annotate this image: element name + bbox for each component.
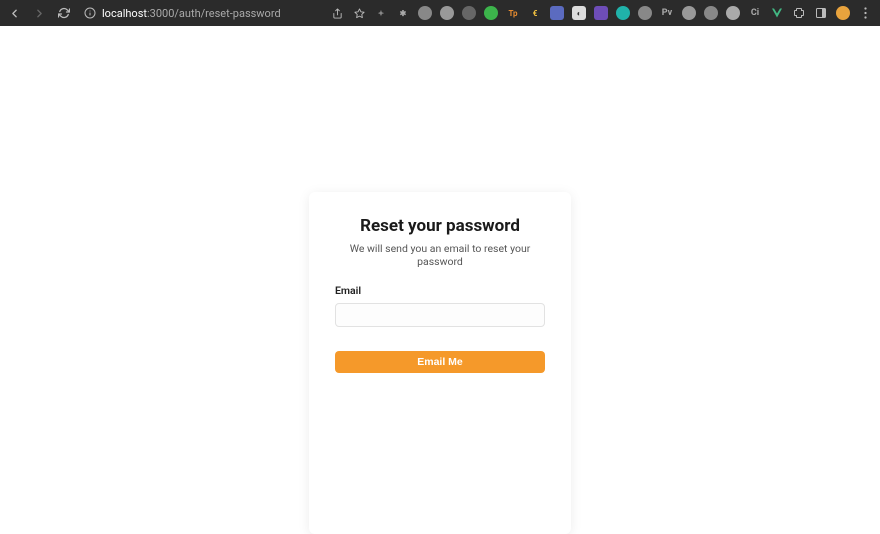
extension-icon[interactable]	[726, 6, 740, 20]
reload-button[interactable]	[58, 7, 70, 19]
card-subtitle: We will send you an email to reset your …	[335, 242, 545, 268]
extension-icon[interactable]	[638, 6, 652, 20]
extensions-icon[interactable]	[792, 6, 806, 20]
extension-icon[interactable]: ◐	[572, 6, 586, 20]
extension-icon[interactable]	[682, 6, 696, 20]
url-text: localhost:3000/auth/reset-password	[102, 7, 281, 20]
back-button[interactable]	[8, 7, 21, 20]
extension-icon[interactable]: Pv	[660, 6, 674, 20]
share-icon[interactable]	[330, 6, 344, 20]
extension-icon[interactable]	[616, 6, 630, 20]
email-field[interactable]	[335, 303, 545, 327]
page-content: Reset your password We will send you an …	[0, 26, 880, 534]
extension-icon[interactable]	[418, 6, 432, 20]
extension-icon[interactable]: ✱	[396, 6, 410, 20]
toolbar-right: ✦ ✱ Tp € ◐ Pv Ci	[330, 6, 872, 20]
extension-icon[interactable]	[484, 6, 498, 20]
url-path: /auth/reset-password	[174, 7, 280, 20]
extension-icon[interactable]	[440, 6, 454, 20]
browser-toolbar: localhost:3000/auth/reset-password ✦ ✱ T…	[0, 0, 880, 26]
extension-icon[interactable]	[550, 6, 564, 20]
side-panel-icon[interactable]	[814, 6, 828, 20]
extension-icon[interactable]: €	[528, 6, 542, 20]
extension-icon[interactable]	[462, 6, 476, 20]
address-bar[interactable]: localhost:3000/auth/reset-password	[84, 7, 320, 20]
email-label: Email	[335, 284, 545, 297]
extension-icon[interactable]: Tp	[506, 6, 520, 20]
extension-icon[interactable]	[704, 6, 718, 20]
reset-password-card: Reset your password We will send you an …	[309, 192, 571, 534]
card-title: Reset your password	[335, 216, 545, 236]
submit-button[interactable]: Email Me	[335, 351, 545, 373]
url-port: :3000	[147, 7, 174, 20]
menu-icon[interactable]	[858, 6, 872, 20]
extension-icon[interactable]	[770, 6, 784, 20]
forward-button[interactable]	[33, 7, 46, 20]
extension-icon[interactable]	[594, 6, 608, 20]
site-info-icon[interactable]	[84, 7, 96, 19]
extension-icon[interactable]: Ci	[748, 6, 762, 20]
profile-avatar[interactable]	[836, 6, 850, 20]
star-icon[interactable]	[352, 6, 366, 20]
nav-controls	[8, 7, 70, 20]
url-host: localhost	[102, 7, 147, 20]
extension-icon[interactable]: ✦	[374, 6, 388, 20]
